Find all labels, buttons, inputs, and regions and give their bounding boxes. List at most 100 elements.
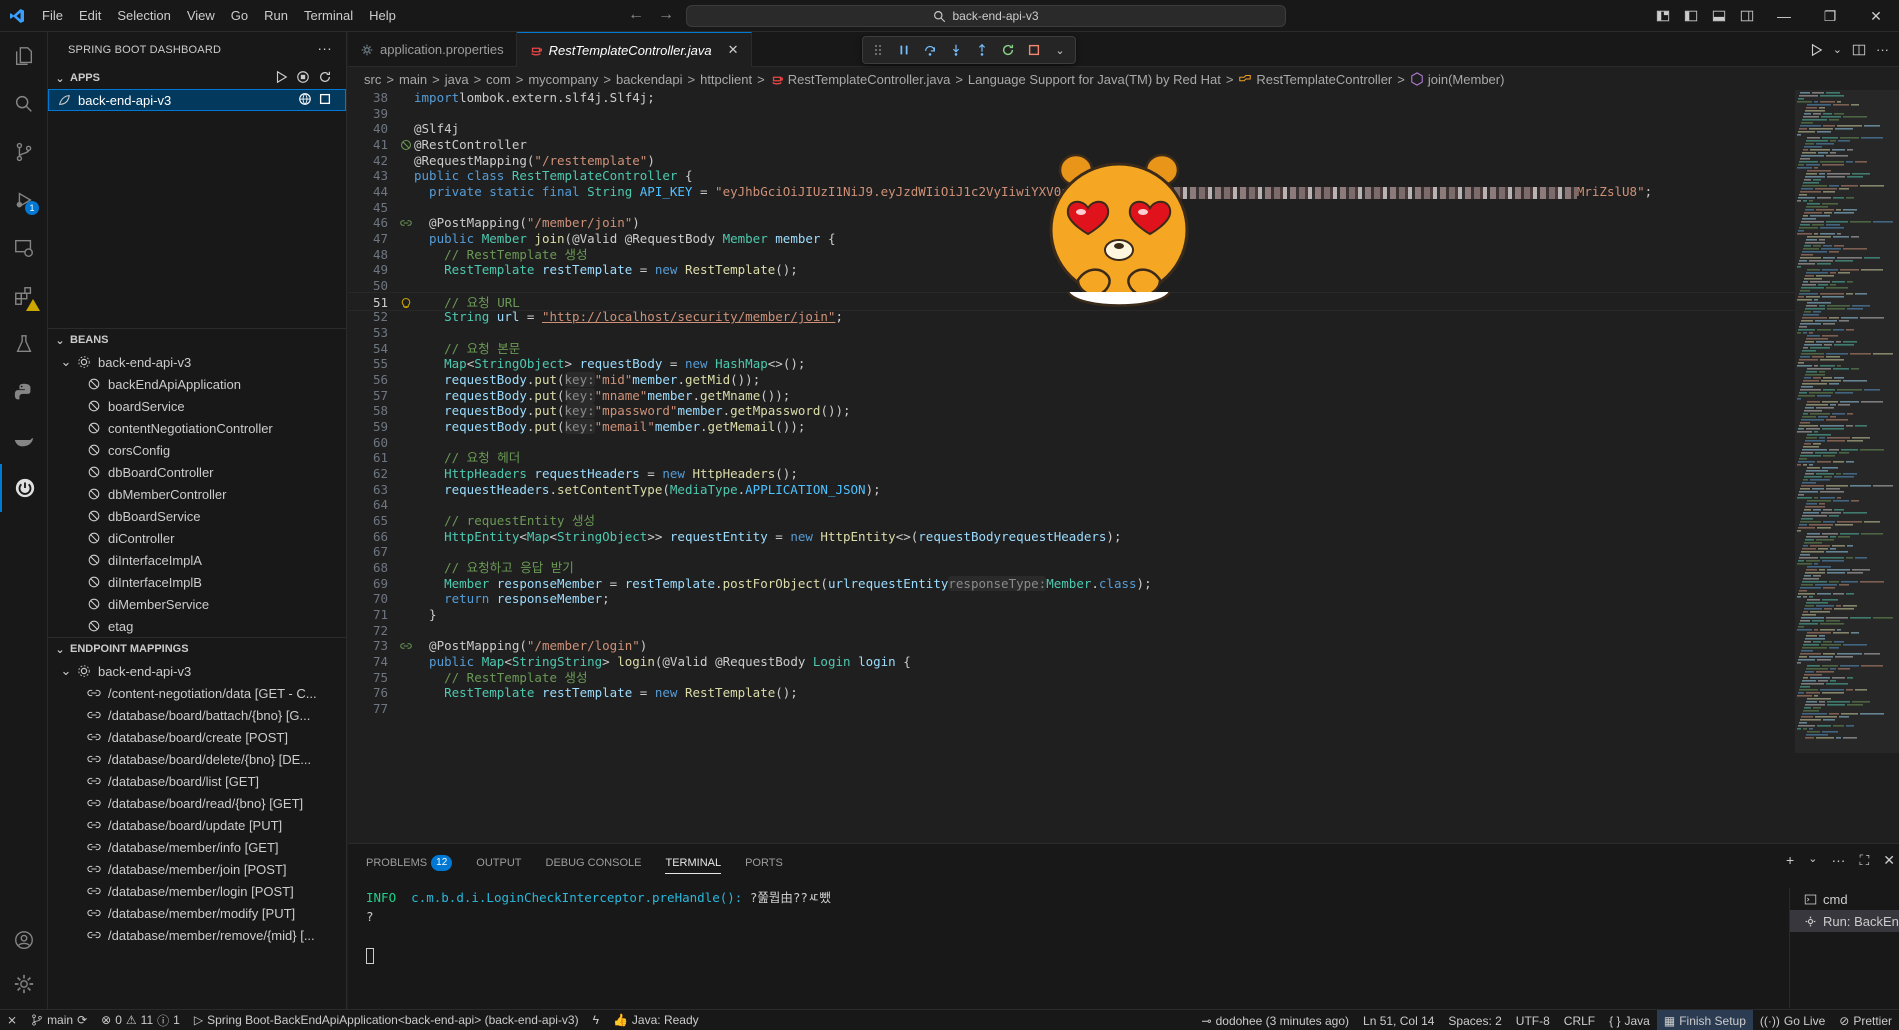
maximize-panel-icon[interactable]: ⛶ — [1859, 852, 1869, 869]
run-debug-icon[interactable]: 1 — [0, 176, 48, 224]
breadcrumb-backendapi[interactable]: backendapi — [616, 72, 683, 87]
chevron-down-icon[interactable]: ⌄ — [1833, 43, 1842, 56]
minimize-icon[interactable]: — — [1761, 0, 1807, 32]
command-center-search[interactable]: back-end-api-v3 — [686, 5, 1286, 27]
drag-handle-icon[interactable] — [869, 41, 887, 59]
split-editor-icon[interactable] — [1852, 43, 1866, 57]
tab-rest-template-controller[interactable]: RestTemplateController.java ✕ — [516, 32, 752, 67]
endpoint-item[interactable]: /database/board/list [GET] — [48, 770, 346, 792]
endpoint-item[interactable]: /content-negotiation/data [GET - C... — [48, 682, 346, 704]
tab-terminal[interactable]: TERMINAL — [665, 852, 722, 874]
breadcrumb-src[interactable]: src — [364, 72, 381, 87]
apps-section-header[interactable]: ⌄ APPS — [48, 67, 346, 89]
code-line[interactable]: 77 — [348, 699, 1795, 718]
endpoint-item[interactable]: /database/member/join [POST] — [48, 858, 346, 880]
endpoint-item[interactable]: /database/member/remove/{mid} [... — [48, 924, 346, 946]
breadcrumb-class[interactable]: RestTemplateController — [1238, 72, 1392, 87]
bean-item[interactable]: diMemberService — [48, 593, 346, 615]
close-window-icon[interactable]: ✕ — [1853, 0, 1899, 32]
endpoint-item[interactable]: /database/board/battach/{bno} [G... — [48, 704, 346, 726]
close-tab-icon[interactable]: ✕ — [728, 42, 739, 58]
close-panel-icon[interactable]: ✕ — [1883, 852, 1895, 869]
lightning-indicator[interactable]: ϟ — [586, 1010, 606, 1030]
prettier[interactable]: ⊘ Prettier — [1832, 1010, 1899, 1030]
bean-item[interactable]: dbBoardController — [48, 461, 346, 483]
refresh-icon[interactable] — [318, 70, 332, 84]
step-out-icon[interactable] — [973, 41, 991, 59]
toggle-secondary-sidebar-icon[interactable] — [1733, 0, 1761, 32]
manage-gear-icon[interactable] — [0, 960, 48, 1008]
chevron-down-icon[interactable]: ⌄ — [1808, 852, 1817, 869]
stop-app-icon[interactable] — [296, 70, 310, 84]
app-item[interactable]: back-end-api-v3 — [48, 89, 346, 111]
tab-problems[interactable]: PROBLEMS 12 — [366, 852, 453, 874]
tab-output[interactable]: OUTPUT — [476, 852, 521, 874]
minimap-viewport[interactable] — [1795, 90, 1899, 753]
terminal-item-cmd[interactable]: cmd — [1790, 888, 1899, 910]
step-over-icon[interactable] — [921, 41, 939, 59]
minimap[interactable] — [1795, 90, 1899, 753]
breadcrumb-language-support[interactable]: Language Support for Java(TM) by Red Hat — [968, 72, 1221, 87]
back-arrow-icon[interactable]: ← — [628, 6, 644, 24]
breadcrumb-mycompany[interactable]: mycompany — [528, 72, 598, 87]
java-status[interactable]: 👍 Java: Ready — [606, 1010, 706, 1030]
run-app-icon[interactable] — [274, 70, 288, 84]
beans-section-header[interactable]: ⌄ BEANS — [48, 329, 346, 351]
new-terminal-icon[interactable]: + — [1786, 852, 1794, 869]
menu-help[interactable]: Help — [361, 0, 404, 32]
breadcrumb-file[interactable]: RestTemplateController.java — [770, 72, 950, 87]
problems-indicator[interactable]: ⊗ 0 ⚠ 11 ⓘ 1 — [94, 1010, 187, 1030]
menu-go[interactable]: Go — [223, 0, 256, 32]
forward-arrow-icon[interactable]: → — [658, 6, 674, 24]
endpoint-item[interactable]: /database/board/delete/{bno} [DE... — [48, 748, 346, 770]
endpoint-item[interactable]: /database/member/login [POST] — [48, 880, 346, 902]
menu-file[interactable]: File — [34, 0, 71, 32]
run-java-icon[interactable] — [1809, 43, 1823, 57]
toggle-primary-sidebar-icon[interactable] — [1677, 0, 1705, 32]
run-configuration[interactable]: ▷ Spring Boot-BackEndApiApplication<back-… — [187, 1010, 586, 1030]
language-mode[interactable]: { } Java — [1602, 1010, 1657, 1030]
step-into-icon[interactable] — [947, 41, 965, 59]
bean-item[interactable]: boardService — [48, 395, 346, 417]
bean-item[interactable]: dbBoardService — [48, 505, 346, 527]
breadcrumb-httpclient[interactable]: httpclient — [700, 72, 752, 87]
mapping-gutter-icon[interactable] — [400, 638, 414, 652]
terminal-output[interactable]: INFO c.m.b.d.i.LoginCheckInterceptor.pre… — [366, 888, 831, 964]
more-actions-icon[interactable]: ··· — [317, 40, 332, 56]
search-icon[interactable] — [0, 80, 48, 128]
endpoints-root[interactable]: ⌄ back-end-api-v3 — [48, 660, 346, 682]
source-control-icon[interactable] — [0, 128, 48, 176]
breadcrumb-method[interactable]: join(Member) — [1410, 72, 1504, 87]
menu-edit[interactable]: Edit — [71, 0, 109, 32]
more-actions-icon[interactable]: ··· — [1876, 42, 1889, 57]
remote-indicator[interactable]: ⨯ — [0, 1010, 24, 1030]
toggle-panel-icon[interactable] — [1705, 0, 1733, 32]
more-actions-icon[interactable]: ··· — [1831, 852, 1845, 869]
pause-icon[interactable] — [895, 41, 913, 59]
restart-icon[interactable] — [999, 41, 1017, 59]
tab-application-properties[interactable]: application.properties — [348, 32, 517, 67]
menu-terminal[interactable]: Terminal — [296, 0, 361, 32]
bean-item[interactable]: contentNegotiationController — [48, 417, 346, 439]
encoding[interactable]: UTF-8 — [1509, 1010, 1557, 1030]
endpoint-mappings-section-header[interactable]: ⌄ ENDPOINT MAPPINGS — [48, 638, 346, 660]
beans-root[interactable]: ⌄ back-end-api-v3 — [48, 351, 346, 373]
testing-icon[interactable] — [0, 320, 48, 368]
customize-layout-icon[interactable] — [1649, 0, 1677, 32]
extensions-icon[interactable] — [0, 272, 48, 320]
accounts-icon[interactable] — [0, 916, 48, 964]
cursor-position[interactable]: Ln 51, Col 14 — [1356, 1010, 1441, 1030]
menu-run[interactable]: Run — [256, 0, 296, 32]
tab-debug-console[interactable]: DEBUG CONSOLE — [546, 852, 642, 874]
explorer-icon[interactable] — [0, 32, 48, 80]
breadcrumb-com[interactable]: com — [486, 72, 511, 87]
restore-icon[interactable]: ❐ — [1807, 0, 1853, 32]
docker-icon[interactable] — [0, 416, 48, 464]
git-blame[interactable]: ⊸ dodohee (3 minutes ago) — [1195, 1010, 1357, 1030]
go-live[interactable]: ((·)) Go Live — [1753, 1010, 1832, 1030]
bean-item[interactable]: diController — [48, 527, 346, 549]
globe-icon[interactable] — [298, 92, 312, 106]
endpoint-item[interactable]: /database/member/modify [PUT] — [48, 902, 346, 924]
bean-item[interactable]: diInterfaceImplB — [48, 571, 346, 593]
menu-selection[interactable]: Selection — [109, 0, 178, 32]
